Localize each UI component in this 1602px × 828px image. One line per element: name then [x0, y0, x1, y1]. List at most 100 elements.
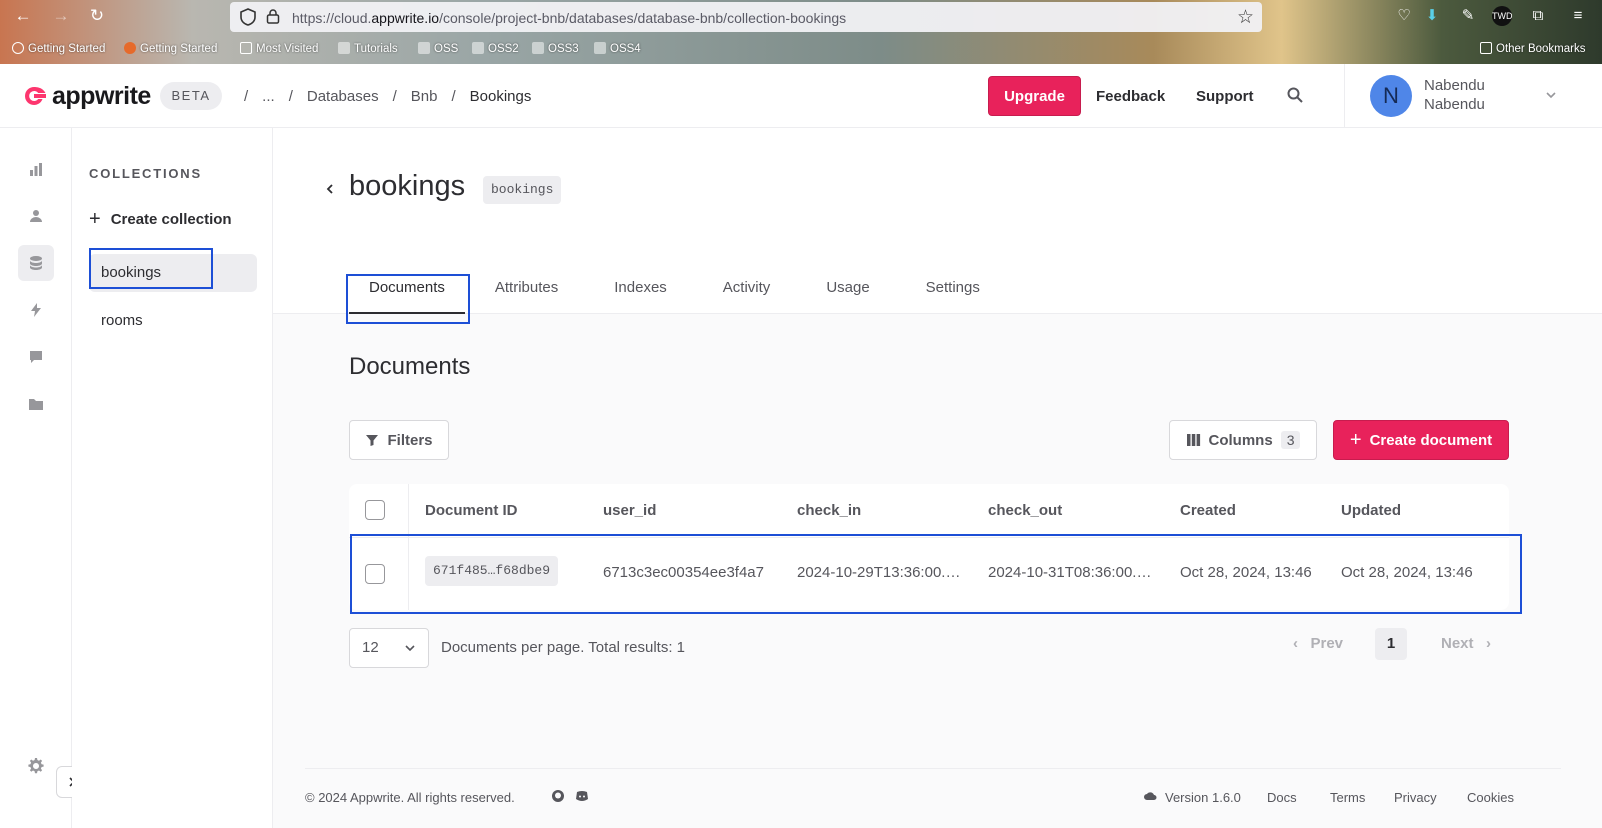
column-header[interactable]: check_in — [797, 502, 861, 519]
table-cell: Oct 28, 2024, 13:46 — [1341, 564, 1473, 581]
github-icon[interactable] — [551, 789, 565, 803]
columns-icon — [1186, 434, 1200, 446]
breadcrumb-bookings[interactable]: Bookings — [470, 88, 532, 105]
create-document-button[interactable]: + Create document — [1333, 420, 1509, 460]
feedback-button[interactable]: Feedback — [1096, 88, 1165, 105]
wrench-icon[interactable]: ✎ — [1458, 6, 1478, 26]
bookmark-item[interactable]: Getting Started — [124, 42, 217, 55]
search-icon[interactable] — [1286, 86, 1304, 104]
sidebar-item-overview[interactable] — [18, 152, 54, 188]
create-collection-button[interactable]: + Create collection — [89, 208, 232, 231]
sidebar-item-auth[interactable] — [18, 198, 54, 234]
page-number-button[interactable]: 1 — [1375, 628, 1407, 660]
filters-button[interactable]: Filters — [349, 420, 449, 460]
sidebar-item-databases[interactable] — [18, 245, 54, 281]
tab-settings[interactable]: Settings — [890, 278, 1000, 314]
per-page-select[interactable]: 12 — [349, 628, 429, 668]
footer-link-cookies[interactable]: Cookies — [1467, 790, 1514, 805]
collections-heading: COLLECTIONS — [89, 166, 202, 181]
table-cell: 2024-10-29T13:36:00.… — [797, 564, 961, 581]
bookmark-item[interactable]: OSS2 — [472, 42, 519, 55]
bookmark-item[interactable]: Most Visited — [240, 42, 318, 55]
breadcrumb-ellipsis[interactable]: ... — [262, 88, 275, 105]
copyright: © 2024 Appwrite. All rights reserved. — [305, 790, 515, 805]
bar-chart-icon — [30, 163, 42, 176]
filter-icon — [366, 435, 379, 446]
breadcrumb-databases[interactable]: Databases — [307, 88, 379, 105]
main-content: bookings bookings Documents Attributes I… — [273, 128, 1602, 828]
tab-documents[interactable]: Documents — [349, 278, 465, 314]
pocket-icon[interactable]: ♡ — [1394, 6, 1414, 26]
menu-icon[interactable]: ≡ — [1568, 6, 1588, 26]
footer-link-privacy[interactable]: Privacy — [1394, 790, 1437, 805]
beta-badge: BETA — [160, 82, 222, 110]
support-button[interactable]: Support — [1196, 88, 1254, 105]
chat-icon — [30, 351, 42, 363]
reload-icon[interactable]: ↻ — [86, 5, 108, 27]
footer-link-terms[interactable]: Terms — [1330, 790, 1365, 805]
extension-badge-icon[interactable]: TWD — [1492, 6, 1513, 26]
bookmark-star-icon[interactable]: ☆ — [1237, 6, 1254, 29]
other-bookmarks[interactable]: Other Bookmarks — [1480, 42, 1585, 55]
collection-id-chip[interactable]: bookings — [483, 176, 562, 204]
prev-page-button[interactable]: ‹ Prev — [1293, 635, 1343, 652]
download-icon[interactable]: ⬇ — [1422, 6, 1442, 26]
bookmark-item[interactable]: Tutorials — [338, 42, 398, 55]
column-header[interactable]: Created — [1180, 502, 1236, 519]
folder-icon — [29, 399, 43, 410]
lightning-icon — [31, 303, 41, 317]
sidebar-item-functions[interactable] — [18, 292, 54, 328]
sidebar-item-settings[interactable] — [18, 748, 54, 784]
collection-item-bookings[interactable]: bookings — [89, 254, 257, 292]
tab-indexes[interactable]: Indexes — [578, 278, 687, 314]
collection-header: bookings bookings Documents Attributes I… — [273, 128, 1602, 314]
select-all-checkbox[interactable] — [365, 500, 385, 520]
tabs: Documents Attributes Indexes Activity Us… — [349, 278, 1000, 314]
sidebar-item-messaging[interactable] — [18, 339, 54, 375]
back-arrow-icon[interactable]: ← — [12, 5, 34, 27]
next-page-button[interactable]: Next › — [1441, 635, 1491, 652]
avatar[interactable]: N — [1370, 75, 1412, 117]
chevron-down-icon[interactable] — [1544, 88, 1558, 102]
lock-icon — [266, 9, 280, 24]
collection-item-rooms[interactable]: rooms — [89, 302, 257, 340]
footer: © 2024 Appwrite. All rights reserved. Ve… — [305, 768, 1561, 828]
gear-icon — [28, 758, 44, 774]
pagination-summary: Documents per page. Total results: 1 — [441, 639, 686, 656]
column-header[interactable]: Updated — [1341, 502, 1401, 519]
bookmark-item[interactable]: OSS4 — [594, 42, 641, 55]
bookmark-item[interactable]: Getting Started — [12, 42, 105, 55]
plus-icon: + — [1349, 428, 1362, 451]
column-header[interactable]: check_out — [988, 502, 1062, 519]
breadcrumb-bnb[interactable]: Bnb — [411, 88, 438, 105]
url-bar[interactable]: https://cloud.appwrite.io/console/projec… — [230, 2, 1262, 32]
discord-icon[interactable] — [575, 789, 589, 803]
column-header[interactable]: Document ID — [425, 502, 518, 519]
bookmarks-bar: Getting Started Getting Started Most Vis… — [0, 36, 1602, 62]
document-id-chip[interactable]: 671f485…f68dbe9 — [425, 556, 559, 586]
bookmark-item[interactable]: OSS3 — [532, 42, 579, 55]
columns-count-badge: 3 — [1280, 431, 1301, 449]
documents-table: Document ID user_id check_in check_out C… — [349, 484, 1509, 610]
appwrite-logo[interactable]: appwrite — [22, 82, 151, 110]
sidebar-item-storage[interactable] — [18, 386, 54, 422]
tab-attributes[interactable]: Attributes — [465, 278, 578, 314]
table-row[interactable]: 671f485…f68dbe9 6713c3ec00354ee3f4a7 202… — [349, 538, 1509, 610]
upgrade-button[interactable]: Upgrade — [988, 76, 1081, 116]
columns-button[interactable]: Columns 3 — [1169, 420, 1317, 460]
breadcrumb: / ... / Databases / Bnb / Bookings — [244, 88, 532, 105]
version-label: Version 1.6.0 — [1165, 790, 1241, 805]
header-divider — [1344, 64, 1345, 128]
footer-link-docs[interactable]: Docs — [1267, 790, 1297, 805]
row-checkbox[interactable] — [365, 564, 385, 584]
bookmark-item[interactable]: OSS — [418, 42, 458, 55]
tab-activity[interactable]: Activity — [687, 278, 791, 314]
users-icon — [30, 210, 42, 222]
column-header[interactable]: user_id — [603, 502, 656, 519]
puzzle-icon[interactable]: ⧉ — [1528, 6, 1548, 26]
table-cell: Oct 28, 2024, 13:46 — [1180, 564, 1312, 581]
forward-arrow-icon[interactable]: → — [50, 5, 72, 27]
tab-usage[interactable]: Usage — [790, 278, 889, 314]
chevron-down-icon — [405, 645, 415, 652]
chevron-left-icon[interactable] — [323, 182, 337, 196]
